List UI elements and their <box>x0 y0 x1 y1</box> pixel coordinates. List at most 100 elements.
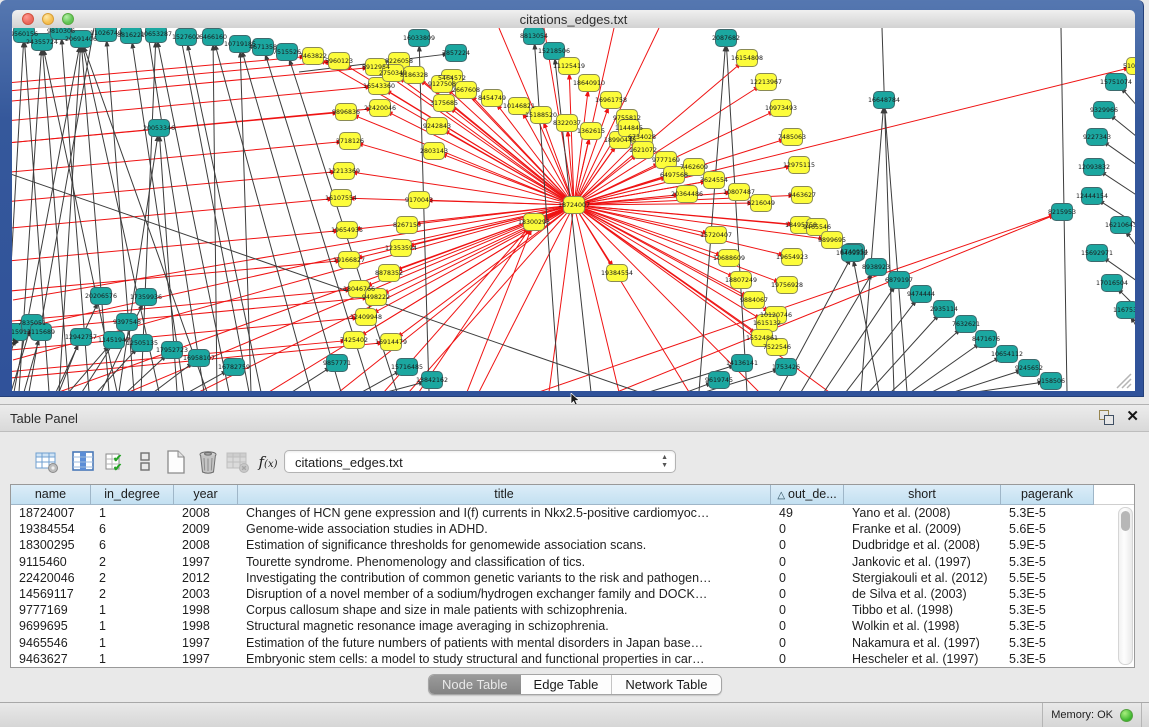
graph-node-label: 8938923 <box>862 264 890 271</box>
column-header-short[interactable]: short <box>844 485 1001 505</box>
table-cell: 2008 <box>174 505 238 521</box>
graph-edge <box>891 333 956 391</box>
table-row[interactable]: 946362711997Embryonic stem cells: a mode… <box>11 651 1134 667</box>
graph-edge <box>801 278 869 391</box>
toggle-panels-button[interactable] <box>131 448 159 476</box>
table-cell: Disruption of a novel member of a sodium… <box>238 586 771 602</box>
table-row[interactable]: 946554611997Estimation of the future num… <box>11 635 1134 651</box>
graph-node-label: 12975115 <box>783 162 815 169</box>
tab-edge-table[interactable]: Edge Table <box>521 675 612 694</box>
close-panel-icon[interactable]: ✕ <box>1126 409 1139 425</box>
table-selector-dropdown[interactable]: citations_edges.txt ▲▼ <box>284 450 676 473</box>
graph-node-label: 9498222 <box>362 294 390 301</box>
canvas-resize-grip[interactable] <box>1117 374 1131 388</box>
dropdown-arrows-icon: ▲▼ <box>661 454 668 470</box>
graph-node-label: 20691406 <box>65 36 97 43</box>
table-cell: 0 <box>771 651 844 667</box>
table-mode-button[interactable] <box>33 448 61 476</box>
graph-node-label: 15524861 <box>746 335 778 342</box>
graph-node-label: 12353594 <box>385 245 417 252</box>
graph-node-label: 9474444 <box>907 291 935 298</box>
delete-column-button[interactable] <box>194 448 222 476</box>
graph-node-label: 7835051 <box>18 320 46 327</box>
tab-network-table[interactable]: Network Table <box>611 675 720 694</box>
graph-node-label: 16961758 <box>595 97 627 104</box>
column-header-in_degree[interactable]: in_degree <box>91 485 174 505</box>
table-row[interactable]: 1872400712008Changes of HCN gene express… <box>11 505 1134 521</box>
delete-table-button[interactable] <box>224 448 252 476</box>
table-cell: 1998 <box>174 618 238 634</box>
column-header-year[interactable]: year <box>174 485 238 505</box>
graph-node-label: 5102647 <box>1123 63 1135 70</box>
graph-node-label: 7632621 <box>952 321 980 328</box>
graph-node-label: 18300295 <box>518 219 550 226</box>
graph-node-label: 20364486 <box>671 191 703 198</box>
table-cell: 5.3E-5 <box>1001 554 1094 570</box>
table-cell: 6 <box>91 537 174 553</box>
graph-node-label: 9170043 <box>405 197 433 204</box>
function-builder-button[interactable]: f(x) <box>254 448 282 476</box>
table-row[interactable]: 969969511998Structural magnetic resonanc… <box>11 618 1134 634</box>
table-row[interactable]: 911546021997Tourette syndrome. Phenomeno… <box>11 554 1134 570</box>
scrollbar-thumb[interactable] <box>1121 511 1130 531</box>
column-header-pagerank[interactable]: pagerank <box>1001 485 1094 505</box>
column-header-name[interactable]: name <box>11 485 91 505</box>
graph-edge <box>727 51 747 391</box>
graph-edge <box>12 199 328 229</box>
network-canvas[interactable]: 9560156243557249810306206914061102674988… <box>12 28 1135 391</box>
graph-node-label: 15188520 <box>525 112 557 119</box>
new-table-button[interactable] <box>162 448 190 476</box>
table-row[interactable]: 1830029562008Estimation of significance … <box>11 537 1134 553</box>
graph-node-label: 18640910 <box>573 80 605 87</box>
graph-edge <box>699 51 725 391</box>
graph-edge <box>574 205 717 254</box>
table-cell: 2012 <box>174 570 238 586</box>
graph-edge <box>1114 118 1135 145</box>
graph-node-label: 1621072 <box>629 147 657 154</box>
graph-node-label: 24355724 <box>26 39 58 46</box>
graph-node-label: 9465546 <box>803 224 831 231</box>
graph-node-label: 15716485 <box>391 364 423 371</box>
tab-node-table[interactable]: Node Table <box>429 675 521 694</box>
graph-node-label: 18990448 <box>604 137 636 144</box>
float-panel-icon[interactable] <box>1098 409 1114 425</box>
graph-node-label: 1362615 <box>577 128 605 135</box>
graph-node-label: 16107554 <box>325 195 357 202</box>
graph-node-label: 12213967 <box>750 79 782 86</box>
graph-edge <box>574 205 779 254</box>
graph-node-label: 10807487 <box>723 189 755 196</box>
graph-edge <box>448 132 574 205</box>
graph-node-label: 19384554 <box>601 270 633 277</box>
table-cell: 0 <box>771 618 844 634</box>
graph-node-label: 16033809 <box>403 35 435 42</box>
table-row[interactable]: 2242004622012Investigating the contribut… <box>11 570 1134 586</box>
graph-node-label: 6466160 <box>199 34 227 41</box>
table-row[interactable]: 1456911722003Disruption of a novel membe… <box>11 586 1134 602</box>
graph-node-label: 7857224 <box>442 50 470 57</box>
row-selection-button[interactable]: ✔ ✔ <box>103 448 131 476</box>
table-cell: Tourette syndrome. Phenomenology and cla… <box>238 554 771 570</box>
table-cell: Corpus callosum shape and size in male p… <box>238 602 771 618</box>
graph-node-label: 2803143 <box>420 148 448 155</box>
table-row[interactable]: 977716911998Corpus callosum shape and si… <box>11 602 1134 618</box>
table-cell: 5.3E-5 <box>1001 618 1094 634</box>
table-row[interactable]: 1938455462009Genome-wide association stu… <box>11 521 1134 537</box>
citation-network-graph[interactable]: 9560156243557249810306206914061102674988… <box>12 28 1135 391</box>
memory-ok-indicator-icon <box>1120 709 1133 722</box>
graph-node-label: 12942757 <box>65 334 97 341</box>
toggle-panels-icon <box>132 449 158 475</box>
graph-node-label: 9242843 <box>423 123 451 130</box>
table-cell: Changes of HCN gene expression and I(f) … <box>238 505 771 521</box>
window-titlebar[interactable]: citations_edges.txt <box>12 10 1135 29</box>
graph-node-label: 9884067 <box>740 297 768 304</box>
column-header-title[interactable]: title <box>238 485 771 505</box>
table-cell: Franke et al. (2009) <box>844 521 1001 537</box>
show-columns-button[interactable] <box>70 448 98 476</box>
table-panel-header: Table Panel ✕ <box>0 404 1149 432</box>
graph-node-label: 8454749 <box>478 95 506 102</box>
column-header-out_de[interactable]: △out_de... <box>771 485 844 505</box>
table-cell: 5.3E-5 <box>1001 586 1094 602</box>
graph-node-label: 7515526 <box>273 49 301 56</box>
graph-edge <box>12 62 326 92</box>
vertical-scrollbar[interactable] <box>1118 507 1133 665</box>
